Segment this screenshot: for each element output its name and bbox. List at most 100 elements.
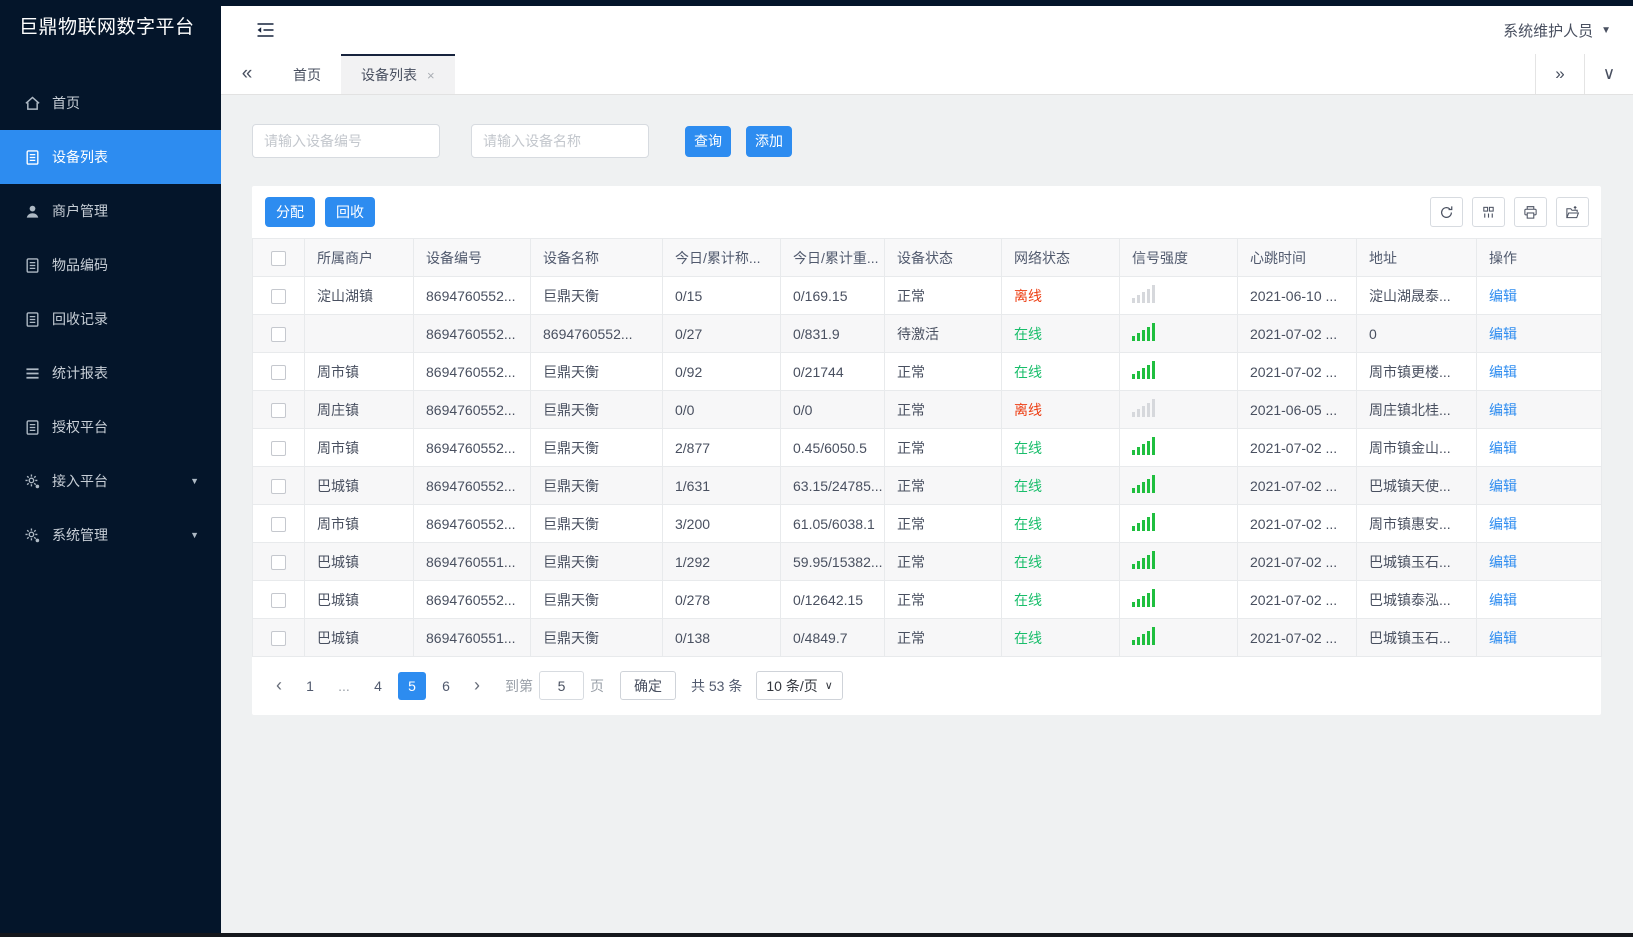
page-ellipsis: ...	[338, 677, 350, 694]
cell-today-weight: 59.95/15382...	[780, 542, 885, 581]
home-icon	[24, 95, 41, 112]
cell-device-status: 正常	[884, 542, 1002, 581]
page-unit-label: 页	[590, 677, 604, 694]
row-checkbox[interactable]	[271, 402, 286, 418]
cell-heartbeat: 2021-07-02 ...	[1237, 428, 1357, 467]
cell-network-status: 在线	[1001, 618, 1120, 657]
device-no-input[interactable]	[252, 124, 440, 158]
cell-device-name: 巨鼎天衡	[530, 352, 663, 391]
prev-page-icon[interactable]: ‹	[265, 672, 293, 700]
table-row: 周市镇 8694760552... 巨鼎天衡 0/92 0/21744 正常 在…	[252, 352, 1602, 391]
cell-today-weight: 0/4849.7	[780, 618, 885, 657]
cell-device-no: 8694760552...	[413, 352, 531, 391]
select-all-checkbox[interactable]	[271, 250, 286, 266]
edit-link[interactable]: 编辑	[1489, 402, 1517, 418]
assign-button[interactable]: 分配	[265, 197, 315, 227]
tabs-scroll-left-icon[interactable]: «	[221, 54, 273, 94]
sidebar-item-回收记录[interactable]: 回收记录	[0, 292, 221, 346]
row-checkbox[interactable]	[271, 288, 286, 304]
cell-signal	[1119, 276, 1238, 315]
cell-device-name: 巨鼎天衡	[530, 580, 663, 619]
page-number-list: 1... 4 5 6	[293, 671, 463, 700]
cell-device-no: 8694760551...	[413, 542, 531, 581]
tab-home[interactable]: 首页	[273, 54, 341, 94]
cell-signal	[1119, 504, 1238, 543]
column-header: 今日/累计重...	[780, 238, 885, 277]
edit-link[interactable]: 编辑	[1489, 630, 1517, 646]
cell-signal	[1119, 390, 1238, 429]
cell-today-count: 3/200	[662, 504, 781, 543]
add-button[interactable]: 添加	[746, 125, 792, 157]
sidebar-item-统计报表[interactable]: 统计报表	[0, 346, 221, 400]
sidebar-menu: 首页 设备列表 商户管理 物品编码 回收记录 统计报表 授权平台 接入平台 ▼ 系统管理 ▼	[0, 76, 221, 562]
cell-merchant: 巴城镇	[304, 542, 414, 581]
next-page-icon[interactable]: ›	[463, 672, 491, 700]
row-checkbox[interactable]	[271, 440, 286, 456]
sidebar-item-物品编码[interactable]: 物品编码	[0, 238, 221, 292]
column-header: 设备编号	[413, 238, 531, 277]
system-gear-icon	[24, 527, 41, 544]
signal-strength-icon	[1132, 399, 1155, 417]
recycle-button[interactable]: 回收	[325, 197, 375, 227]
edit-link[interactable]: 编辑	[1489, 592, 1517, 608]
row-checkbox[interactable]	[271, 554, 286, 570]
table-row: 8694760552... 8694760552... 0/27 0/831.9…	[252, 314, 1602, 353]
cell-merchant: 周庄镇	[304, 390, 414, 429]
cell-device-status: 正常	[884, 428, 1002, 467]
refresh-icon[interactable]	[1430, 197, 1463, 227]
edit-link[interactable]: 编辑	[1489, 478, 1517, 494]
page-number-4[interactable]: 4	[364, 672, 392, 700]
tabs-scroll-right-icon[interactable]: »	[1535, 54, 1584, 94]
device-name-input[interactable]	[471, 124, 649, 158]
column-settings-icon[interactable]	[1472, 197, 1505, 227]
cell-device-no: 8694760552...	[413, 580, 531, 619]
sidebar-item-首页[interactable]: 首页	[0, 76, 221, 130]
page-number-6[interactable]: 6	[432, 672, 460, 700]
cell-device-no: 8694760552...	[413, 466, 531, 505]
tab-device-list[interactable]: 设备列表 ×	[341, 54, 455, 94]
table-row: 巴城镇 8694760551... 巨鼎天衡 1/292 59.95/15382…	[252, 542, 1602, 581]
edit-link[interactable]: 编辑	[1489, 516, 1517, 532]
goto-page-input[interactable]	[539, 671, 584, 700]
page-number-5[interactable]: 5	[398, 671, 426, 700]
page-size-select[interactable]: 10 条/页 ∨	[756, 671, 843, 700]
cell-address: 周市镇更楼...	[1356, 352, 1477, 391]
signal-strength-icon	[1132, 437, 1155, 455]
cell-device-status: 正常	[884, 504, 1002, 543]
row-checkbox[interactable]	[271, 630, 286, 646]
row-checkbox[interactable]	[271, 592, 286, 608]
user-menu[interactable]: 系统维护人员 ▼	[1503, 20, 1611, 41]
edit-link[interactable]: 编辑	[1489, 364, 1517, 380]
cell-today-count: 0/15	[662, 276, 781, 315]
sidebar-item-接入平台[interactable]: 接入平台 ▼	[0, 454, 221, 508]
edit-link[interactable]: 编辑	[1489, 326, 1517, 342]
cell-heartbeat: 2021-06-10 ...	[1237, 276, 1357, 315]
row-checkbox[interactable]	[271, 516, 286, 532]
cell-today-weight: 63.15/24785...	[780, 466, 885, 505]
row-checkbox[interactable]	[271, 364, 286, 380]
cell-today-weight: 0/831.9	[780, 314, 885, 353]
sidebar-item-商户管理[interactable]: 商户管理	[0, 184, 221, 238]
sidebar-item-设备列表[interactable]: 设备列表	[0, 130, 221, 184]
row-checkbox[interactable]	[271, 326, 286, 342]
print-icon[interactable]	[1514, 197, 1547, 227]
sidebar-item-授权平台[interactable]: 授权平台	[0, 400, 221, 454]
cell-address: 周庄镇北桂...	[1356, 390, 1477, 429]
cell-address: 巴城镇玉石...	[1356, 618, 1477, 657]
page-number-1[interactable]: 1	[296, 672, 324, 700]
tabs-menu-chevron-icon[interactable]: ∨	[1584, 54, 1633, 94]
cell-heartbeat: 2021-06-05 ...	[1237, 390, 1357, 429]
menu-fold-icon[interactable]	[251, 16, 279, 44]
cell-heartbeat: 2021-07-02 ...	[1237, 580, 1357, 619]
edit-link[interactable]: 编辑	[1489, 288, 1517, 304]
pagination: ‹ 1... 456 › 到第 页 确定 共 53 条 10 条/页 ∨	[252, 657, 1601, 715]
tab-close-icon[interactable]: ×	[427, 68, 435, 83]
cell-signal	[1119, 466, 1238, 505]
query-button[interactable]: 查询	[685, 125, 731, 157]
edit-link[interactable]: 编辑	[1489, 440, 1517, 456]
row-checkbox[interactable]	[271, 478, 286, 494]
edit-link[interactable]: 编辑	[1489, 554, 1517, 570]
sidebar-item-系统管理[interactable]: 系统管理 ▼	[0, 508, 221, 562]
goto-confirm-button[interactable]: 确定	[620, 671, 676, 700]
export-icon[interactable]	[1556, 197, 1589, 227]
